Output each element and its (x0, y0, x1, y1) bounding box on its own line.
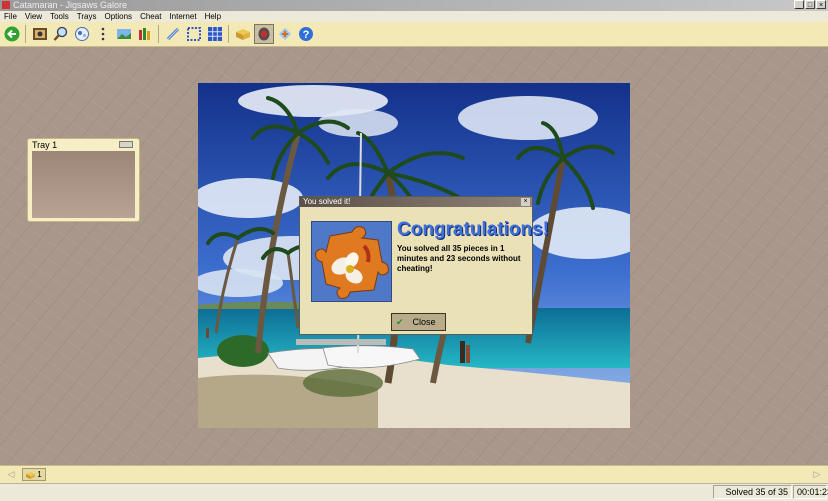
link-icon (166, 27, 180, 41)
share-button[interactable] (275, 24, 295, 44)
dialog-title: You solved it! (303, 197, 351, 206)
tray-box-icon (26, 471, 36, 479)
menu-internet[interactable]: Internet (165, 11, 200, 22)
tray-tabs-bar: ◁ 1 ▷ (0, 465, 828, 484)
solved-status: Solved 35 of 35 (713, 485, 792, 499)
tray-tab[interactable]: 1 (22, 468, 46, 481)
tray-panel[interactable]: Tray 1 (27, 138, 140, 222)
scatter-icon (75, 27, 89, 41)
dots-button[interactable] (93, 24, 113, 44)
picture-icon (33, 28, 47, 40)
menu-help[interactable]: Help (201, 11, 225, 22)
status-bar: Solved 35 of 35 00:01:23 (0, 483, 828, 501)
zoom-button[interactable] (51, 24, 71, 44)
menu-cheat[interactable]: Cheat (136, 11, 165, 22)
window-controls: _ □ × (794, 0, 826, 11)
check-icon: ✔ (396, 316, 404, 327)
close-button[interactable]: ✔ Close (391, 313, 446, 331)
box-icon (236, 29, 250, 40)
zoom-icon (53, 26, 68, 41)
ghost-icon (258, 27, 270, 41)
menu-file[interactable]: File (0, 11, 21, 22)
tray-body[interactable] (32, 151, 135, 218)
congratulations-dialog: You solved it! × Congratulations! You so… (299, 196, 549, 335)
svg-text:?: ? (303, 29, 310, 41)
toolbar-separator (25, 25, 26, 43)
menu-view[interactable]: View (21, 11, 46, 22)
back-button[interactable] (2, 24, 22, 44)
scatter-button[interactable] (72, 24, 92, 44)
toolbar-separator (228, 25, 229, 43)
pencils-icon (139, 28, 150, 40)
grid-select-button[interactable] (205, 24, 225, 44)
share-icon (279, 28, 291, 40)
help-button[interactable]: ? (296, 24, 316, 44)
dialog-message: You solved all 35 pieces in 1 minutes an… (397, 244, 521, 273)
picture-button[interactable] (30, 24, 50, 44)
app-icon (2, 1, 10, 9)
title-bar: Catamaran - Jigsaws Galore _ □ × (0, 0, 828, 11)
help-icon: ? (299, 27, 313, 41)
maximize-button[interactable]: □ (805, 0, 815, 9)
toolbar: ? (0, 22, 828, 47)
menu-tools[interactable]: Tools (46, 11, 73, 22)
minimize-button[interactable]: _ (794, 0, 804, 9)
close-window-button[interactable]: × (816, 0, 826, 9)
tray-title: Tray 1 (32, 140, 58, 150)
close-button-label: Close (412, 317, 436, 327)
dots-icon (101, 27, 105, 41)
edge-select-button[interactable] (184, 24, 204, 44)
scroll-left-icon[interactable]: ◁ (6, 469, 16, 479)
dialog-title-bar: You solved it! × (300, 197, 532, 207)
menu-trays[interactable]: Trays (73, 11, 101, 22)
dialog-close-icon[interactable]: × (521, 198, 530, 206)
edge-select-icon (187, 27, 201, 41)
puzzle-flower-image (311, 221, 392, 302)
congratulations-heading: Congratulations! (397, 219, 549, 240)
tray-minimize-button[interactable] (119, 141, 133, 148)
scroll-right-icon[interactable]: ▷ (812, 469, 822, 479)
link-button[interactable] (163, 24, 183, 44)
ghost-button[interactable] (254, 24, 274, 44)
window-title: Catamaran - Jigsaws Galore (13, 0, 128, 10)
menu-options[interactable]: Options (100, 11, 136, 22)
pencils-button[interactable] (135, 24, 155, 44)
puzzle-piece-icon (312, 222, 391, 301)
tray-tab-count: 1 (37, 470, 42, 479)
landscape-button[interactable] (114, 24, 134, 44)
timer-status: 00:01:23 (793, 485, 828, 499)
menu-bar: File View Tools Trays Options Cheat Inte… (0, 11, 828, 22)
grid-select-icon (208, 27, 222, 41)
toolbar-separator (158, 25, 159, 43)
landscape-icon (117, 29, 131, 39)
box-button[interactable] (233, 24, 253, 44)
back-arrow-icon (4, 26, 20, 42)
